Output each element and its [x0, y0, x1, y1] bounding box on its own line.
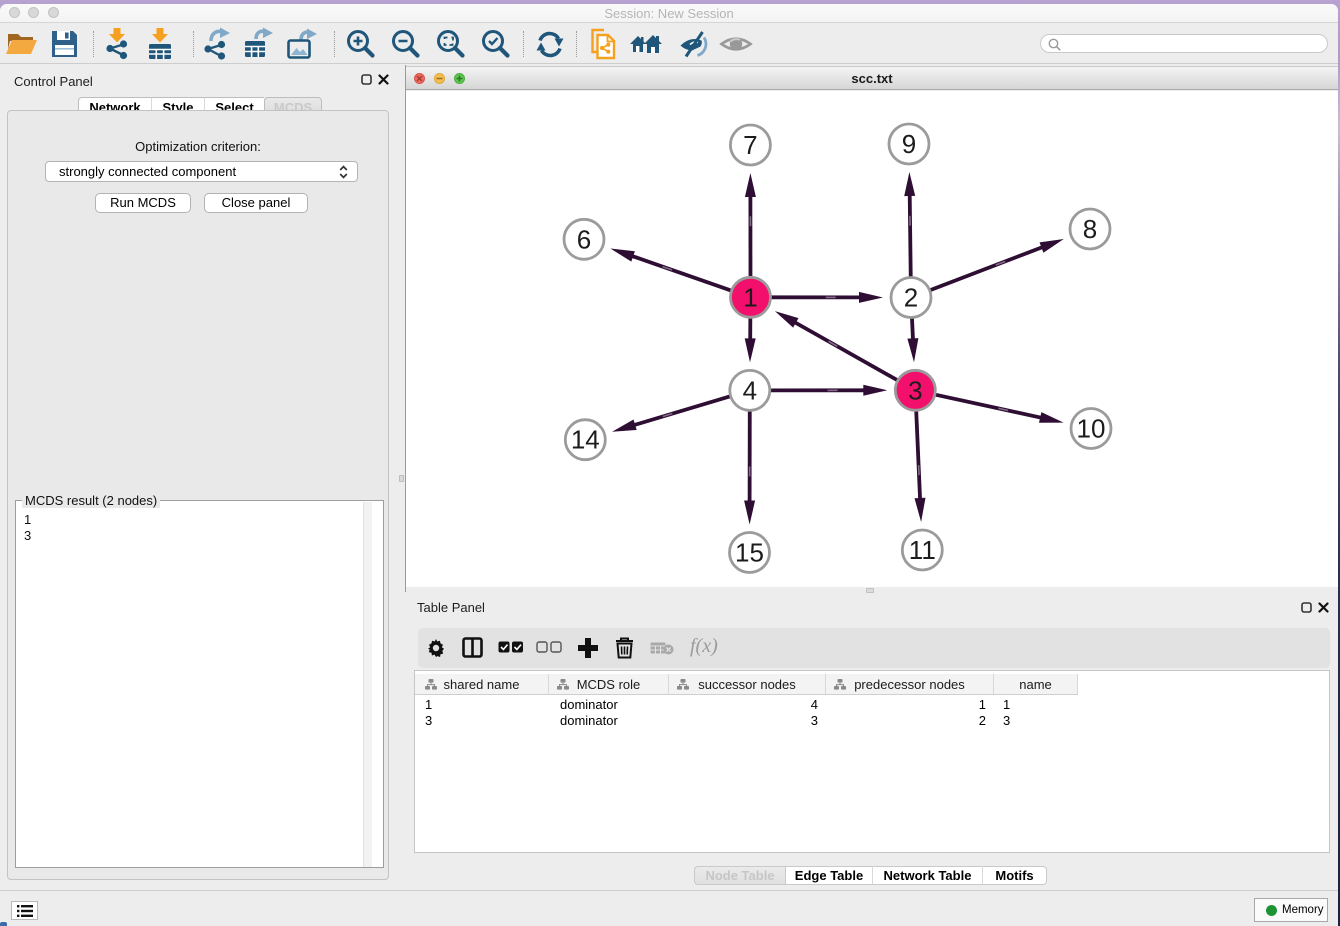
svg-text:8: 8: [1083, 214, 1097, 244]
svg-text:15: 15: [735, 538, 764, 568]
svg-text:1: 1: [743, 282, 757, 312]
svg-text:10: 10: [1077, 414, 1106, 444]
svg-text:6: 6: [577, 224, 591, 254]
svg-text:3: 3: [908, 375, 922, 405]
svg-text:11: 11: [909, 535, 936, 565]
svg-text:9: 9: [902, 129, 916, 159]
svg-text:2: 2: [904, 283, 918, 313]
svg-text:4: 4: [743, 375, 757, 405]
svg-text:7: 7: [743, 130, 757, 160]
svg-text:14: 14: [571, 425, 600, 455]
